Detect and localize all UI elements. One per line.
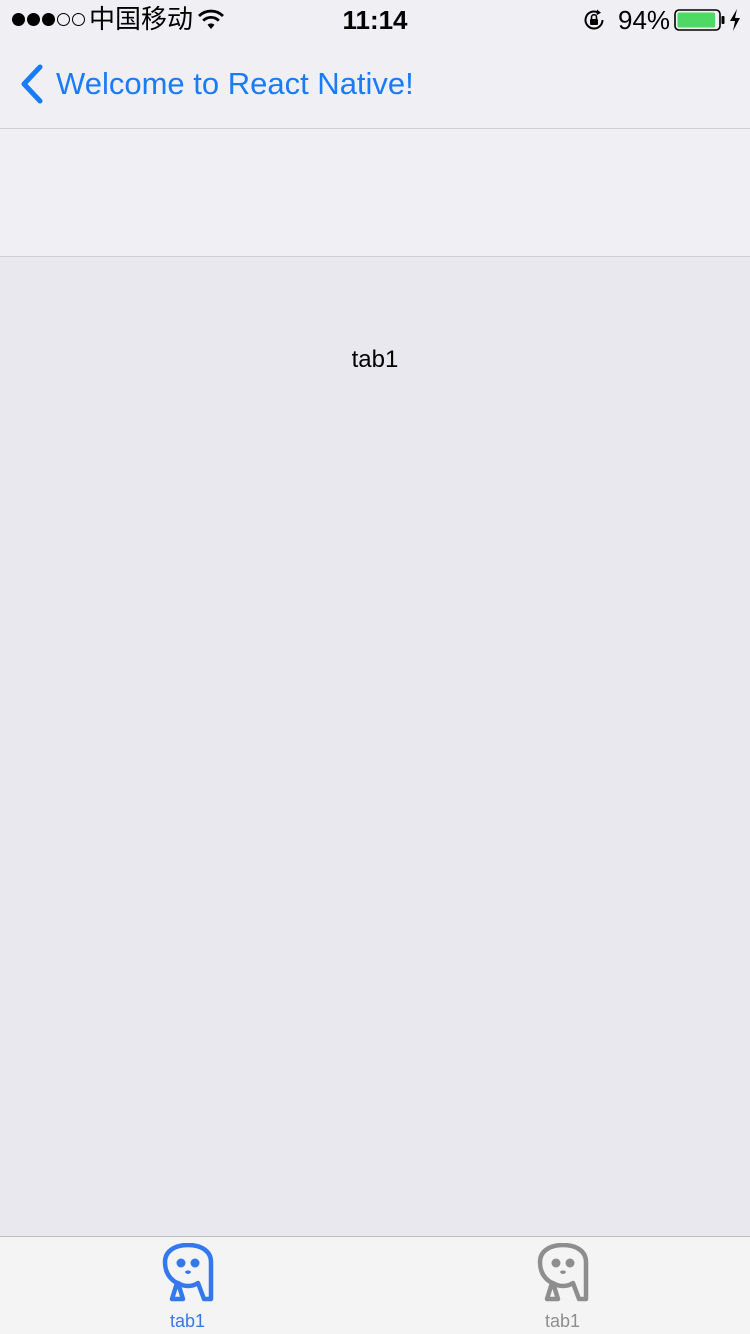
content-text: tab1 bbox=[351, 346, 399, 373]
tab-mascot-icon bbox=[162, 1243, 214, 1302]
battery-icon bbox=[674, 9, 725, 31]
tab-item-1[interactable]: tab1 bbox=[0, 1237, 375, 1334]
tab-label: tab1 bbox=[169, 1311, 206, 1331]
tab-mascot-icon bbox=[537, 1243, 589, 1302]
app-screen: 中国移动 11:14 94% Welcome to React Native! … bbox=[0, 0, 750, 1334]
back-button-label: Welcome to React Native! bbox=[56, 66, 414, 101]
tab-label: tab1 bbox=[544, 1311, 581, 1331]
battery-percent: 94% bbox=[618, 5, 671, 35]
navigation-bar: Welcome to React Native! bbox=[0, 40, 750, 129]
back-button[interactable]: Welcome to React Native! bbox=[18, 64, 414, 104]
chevron-left-icon bbox=[21, 64, 43, 104]
tab-content: tab1 bbox=[0, 257, 750, 1236]
rotation-lock-icon bbox=[584, 9, 604, 30]
status-bar: 中国移动 11:14 94% bbox=[0, 0, 750, 40]
tab-bar: tab1 tab1 bbox=[0, 1236, 750, 1334]
tab-item-2[interactable]: tab1 bbox=[375, 1237, 750, 1334]
charging-bolt-icon bbox=[730, 9, 740, 31]
header-band bbox=[0, 129, 750, 257]
